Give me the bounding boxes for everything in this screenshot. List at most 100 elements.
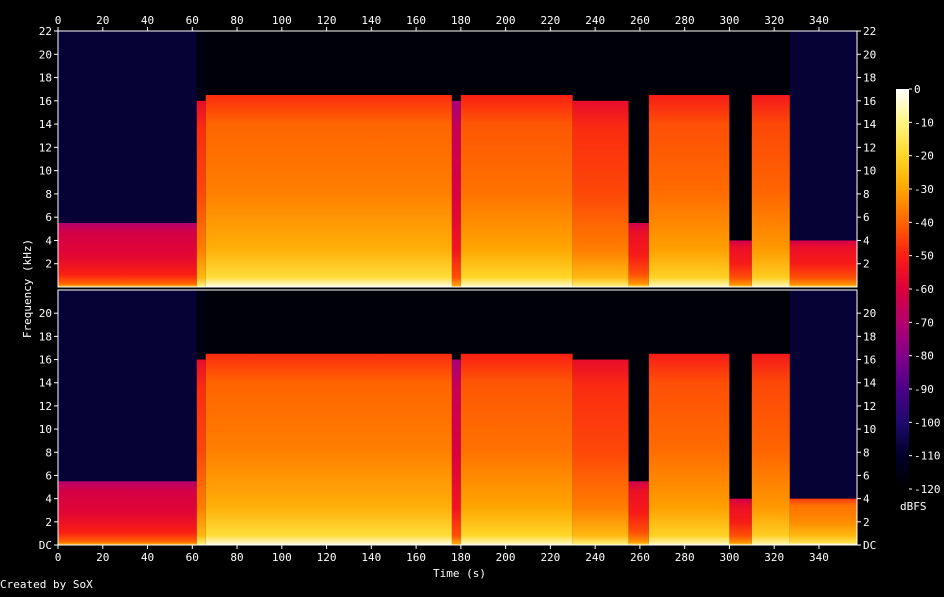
- channel-2-panel: [58, 290, 857, 545]
- y-tick-label-left: 16: [39, 95, 52, 108]
- credit-text: Created by SoX: [0, 578, 93, 591]
- x-tick-label-bottom: 80: [230, 551, 243, 564]
- x-tick-label-top: 320: [764, 14, 784, 27]
- y-tick-label-left: DC: [39, 539, 52, 552]
- y-tick-label-right: 20: [863, 48, 876, 61]
- y-tick-label-right: 16: [863, 354, 876, 367]
- x-tick-label-bottom: 300: [719, 551, 739, 564]
- channel-2-floor-1: [58, 290, 197, 482]
- spectrogram-figure: 0 -10 -20 -30 -40 -50 -60 -70 -80 -90 -100 -110 -120…: [0, 0, 944, 593]
- x-tick-label-top: 280: [675, 14, 695, 27]
- y-tick-label-left: 6: [45, 469, 52, 482]
- x-tick-label-top: 60: [186, 14, 199, 27]
- y-tick-label-left: 8: [45, 446, 52, 459]
- channel-2-floor-2: [196, 290, 206, 360]
- channel-2-floor-3: [205, 290, 452, 354]
- x-tick-label-top: 140: [361, 14, 381, 27]
- channel-1-segment-5: [460, 95, 573, 287]
- colorbar-tick-label: -100: [914, 416, 941, 429]
- y-tick-label-right: 16: [863, 95, 876, 108]
- y-tick-label-left: 16: [39, 354, 52, 367]
- y-tick-label-right: 8: [863, 188, 870, 201]
- colorbar-tick-label: -60: [914, 283, 934, 296]
- colorbar-tick-label: -70: [914, 316, 934, 329]
- channel-1-segment-11: [789, 240, 857, 287]
- y-tick-label-left: 10: [39, 423, 52, 436]
- x-tick-label-top: 180: [451, 14, 471, 27]
- y-tick-label-left: 2: [45, 258, 52, 271]
- channel-2-floor-8: [648, 290, 730, 354]
- channel-1-floor-2: [196, 31, 206, 101]
- y-tick-label-right: 4: [863, 234, 870, 247]
- x-tick-label-top: 80: [230, 14, 243, 27]
- channel-1-floor-1: [58, 31, 197, 223]
- colorbar-tick-label: -120: [914, 483, 941, 496]
- y-tick-label-left: 14: [39, 377, 53, 390]
- y-tick-label-right: 20: [863, 307, 876, 320]
- x-tick-label-bottom: 140: [361, 551, 381, 564]
- x-tick-label-bottom: 20: [96, 551, 109, 564]
- colorbar-tick-label: -30: [914, 183, 934, 196]
- channel-2-segment-2: [196, 359, 206, 545]
- colorbar-tick-label: -80: [914, 350, 934, 363]
- x-tick-label-top: 160: [406, 14, 426, 27]
- channel-2-floor-7: [628, 290, 649, 482]
- channel-2-segment-7: [628, 481, 649, 545]
- x-tick-label-bottom: 160: [406, 551, 426, 564]
- x-tick-label-bottom: 200: [496, 551, 516, 564]
- y-tick-label-right: 6: [863, 211, 870, 224]
- x-tick-label-bottom: 40: [141, 551, 154, 564]
- x-tick-label-top: 260: [630, 14, 650, 27]
- y-tick-label-right: 2: [863, 516, 870, 529]
- channel-1-floor-7: [628, 31, 649, 223]
- x-tick-label-bottom: 180: [451, 551, 471, 564]
- x-tick-label-bottom: 240: [585, 551, 605, 564]
- y-tick-label-left: 6: [45, 211, 52, 224]
- y-tick-label-right: 10: [863, 165, 876, 178]
- channel-1-segment-3: [205, 95, 452, 287]
- channel-2-floor-10: [751, 290, 790, 354]
- y-tick-label-right: 14: [863, 118, 877, 131]
- channel-1-floor-4: [451, 31, 461, 101]
- y-tick-label-left: 10: [39, 165, 52, 178]
- x-tick-label-bottom: 100: [272, 551, 292, 564]
- y-tick-label-right: 6: [863, 469, 870, 482]
- x-tick-label-top: 100: [272, 14, 292, 27]
- x-tick-label-bottom: 260: [630, 551, 650, 564]
- y-tick-label-left: 12: [39, 141, 52, 154]
- x-tick-label-top: 220: [540, 14, 560, 27]
- x-tick-label-bottom: 60: [186, 551, 199, 564]
- channel-1-panel: [58, 31, 857, 288]
- channel-2-floor-5: [460, 290, 573, 354]
- y-tick-label-right: 14: [863, 377, 877, 390]
- y-tick-label-right: 18: [863, 72, 876, 85]
- x-tick-label-bottom: 280: [675, 551, 695, 564]
- x-tick-label-bottom: 340: [809, 551, 829, 564]
- y-tick-label-left: 12: [39, 400, 52, 413]
- channel-1-segment-6: [572, 100, 629, 288]
- colorbar-tick-label: 0: [914, 83, 921, 96]
- spectrogram-svg: 0 -10 -20 -30 -40 -50 -60 -70 -80 -90 -100 -110 -120…: [39, 14, 941, 564]
- channel-2-segment-10: [751, 353, 790, 545]
- x-tick-label-bottom: 120: [317, 551, 337, 564]
- channel-1-floor-6: [572, 31, 629, 101]
- channel-2-segment-1: [58, 481, 197, 545]
- x-tick-label-top: 20: [96, 14, 109, 27]
- y-tick-label-left: 20: [39, 48, 52, 61]
- y-tick-label-left: 2: [45, 516, 52, 529]
- colorbar-tick-label: -10: [914, 116, 934, 129]
- y-tick-label-left: 14: [39, 118, 53, 131]
- y-tick-label-right: 22: [863, 25, 876, 38]
- channel-2-floor-6: [572, 290, 629, 360]
- x-tick-label-bottom: 220: [540, 551, 560, 564]
- colorbar-tick-label: -110: [914, 450, 941, 463]
- channel-2-floor-11: [789, 290, 857, 499]
- x-tick-label-top: 200: [496, 14, 516, 27]
- y-tick-label-left: 4: [45, 493, 52, 506]
- y-tick-label-right: 12: [863, 400, 876, 413]
- x-tick-label-bottom: 320: [764, 551, 784, 564]
- y-tick-label-left: 4: [45, 234, 52, 247]
- channel-2-segment-4: [451, 359, 461, 545]
- channel-2-floor-9: [729, 290, 752, 499]
- y-tick-label-right: 4: [863, 493, 870, 506]
